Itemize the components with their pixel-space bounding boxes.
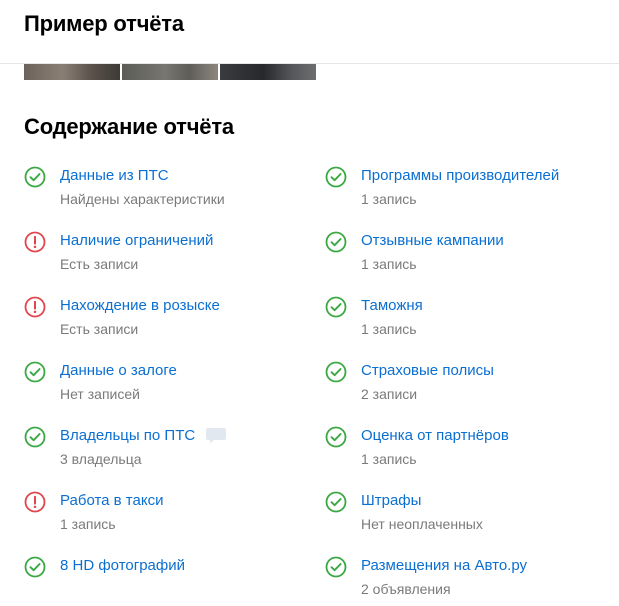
report-item-link[interactable]: Оценка от партнёров <box>361 427 509 444</box>
exclamation-circle-icon <box>24 491 46 513</box>
report-item: Данные из ПТС Найдены характеристики <box>24 166 314 216</box>
report-item-status: Есть записи <box>60 256 139 272</box>
photo-thumbnail[interactable] <box>122 64 218 80</box>
report-item: Работа в такси 1 запись <box>24 491 314 541</box>
report-item-link[interactable]: Нахождение в розыске <box>60 297 220 314</box>
check-circle-icon <box>325 491 347 513</box>
report-item-link[interactable]: 8 HD фотографий <box>60 557 185 574</box>
report-item-link[interactable]: Таможня <box>361 297 423 314</box>
check-circle-icon <box>325 426 347 448</box>
report-item-link[interactable]: Работа в такси <box>60 492 163 509</box>
report-item-status: 1 запись <box>361 256 417 272</box>
check-circle-icon <box>325 296 347 318</box>
report-item: Штрафы Нет неоплаченных <box>325 491 615 541</box>
check-circle-icon <box>24 166 46 188</box>
report-item: Данные о залоге Нет записей <box>24 361 314 411</box>
report-item-link[interactable]: Наличие ограничений <box>60 232 213 249</box>
check-circle-icon <box>325 361 347 383</box>
page-title: Пример отчёта <box>24 11 184 36</box>
check-circle-icon <box>24 361 46 383</box>
report-item-status: 3 владельца <box>60 451 142 467</box>
report-header: Пример отчёта <box>0 0 619 64</box>
report-item-status: 2 объявления <box>361 581 451 597</box>
photo-thumbnail[interactable] <box>24 64 120 80</box>
report-item-link[interactable]: Штрафы <box>361 492 421 509</box>
report-item-status: 1 запись <box>361 451 417 467</box>
report-item-link[interactable]: Страховые полисы <box>361 362 494 379</box>
report-item-link[interactable]: Размещения на Авто.ру <box>361 557 527 574</box>
report-item: 8 HD фотографий <box>24 556 314 606</box>
report-item: Наличие ограничений Есть записи <box>24 231 314 281</box>
report-item-status: 1 запись <box>361 191 417 207</box>
check-circle-icon <box>325 231 347 253</box>
report-item-status: Нет записей <box>60 386 140 402</box>
report-item-status: 1 запись <box>361 321 417 337</box>
check-circle-icon <box>24 556 46 578</box>
report-item-status: Нет неоплаченных <box>361 516 483 532</box>
report-item: Программы производителей 1 запись <box>325 166 615 216</box>
report-item-link[interactable]: Владельцы по ПТС <box>60 427 195 444</box>
report-item: Нахождение в розыске Есть записи <box>24 296 314 346</box>
exclamation-circle-icon <box>24 296 46 318</box>
report-item-link[interactable]: Программы производителей <box>361 167 559 184</box>
photo-thumbnail[interactable] <box>220 64 316 80</box>
comment-icon[interactable] <box>205 427 227 445</box>
report-item: Отзывные кампании 1 запись <box>325 231 615 281</box>
report-item-link[interactable]: Данные о залоге <box>60 362 177 379</box>
section-title: Содержание отчёта <box>24 114 234 139</box>
report-item: Таможня 1 запись <box>325 296 615 346</box>
check-circle-icon <box>325 556 347 578</box>
report-item: Оценка от партнёров 1 запись <box>325 426 615 476</box>
report-item-status: 2 записи <box>361 386 418 402</box>
report-item: Размещения на Авто.ру 2 объявления <box>325 556 615 606</box>
exclamation-circle-icon <box>24 231 46 253</box>
report-item: Страховые полисы 2 записи <box>325 361 615 411</box>
report-item-status: 1 запись <box>60 516 116 532</box>
photo-strip <box>24 64 316 80</box>
report-item-status: Найдены характеристики <box>60 191 225 207</box>
check-circle-icon <box>24 426 46 448</box>
report-item-status: Есть записи <box>60 321 139 337</box>
report-item-link[interactable]: Отзывные кампании <box>361 232 504 249</box>
report-item-link[interactable]: Данные из ПТС <box>60 167 169 184</box>
check-circle-icon <box>325 166 347 188</box>
report-item: Владельцы по ПТС 3 владельца <box>24 426 314 476</box>
